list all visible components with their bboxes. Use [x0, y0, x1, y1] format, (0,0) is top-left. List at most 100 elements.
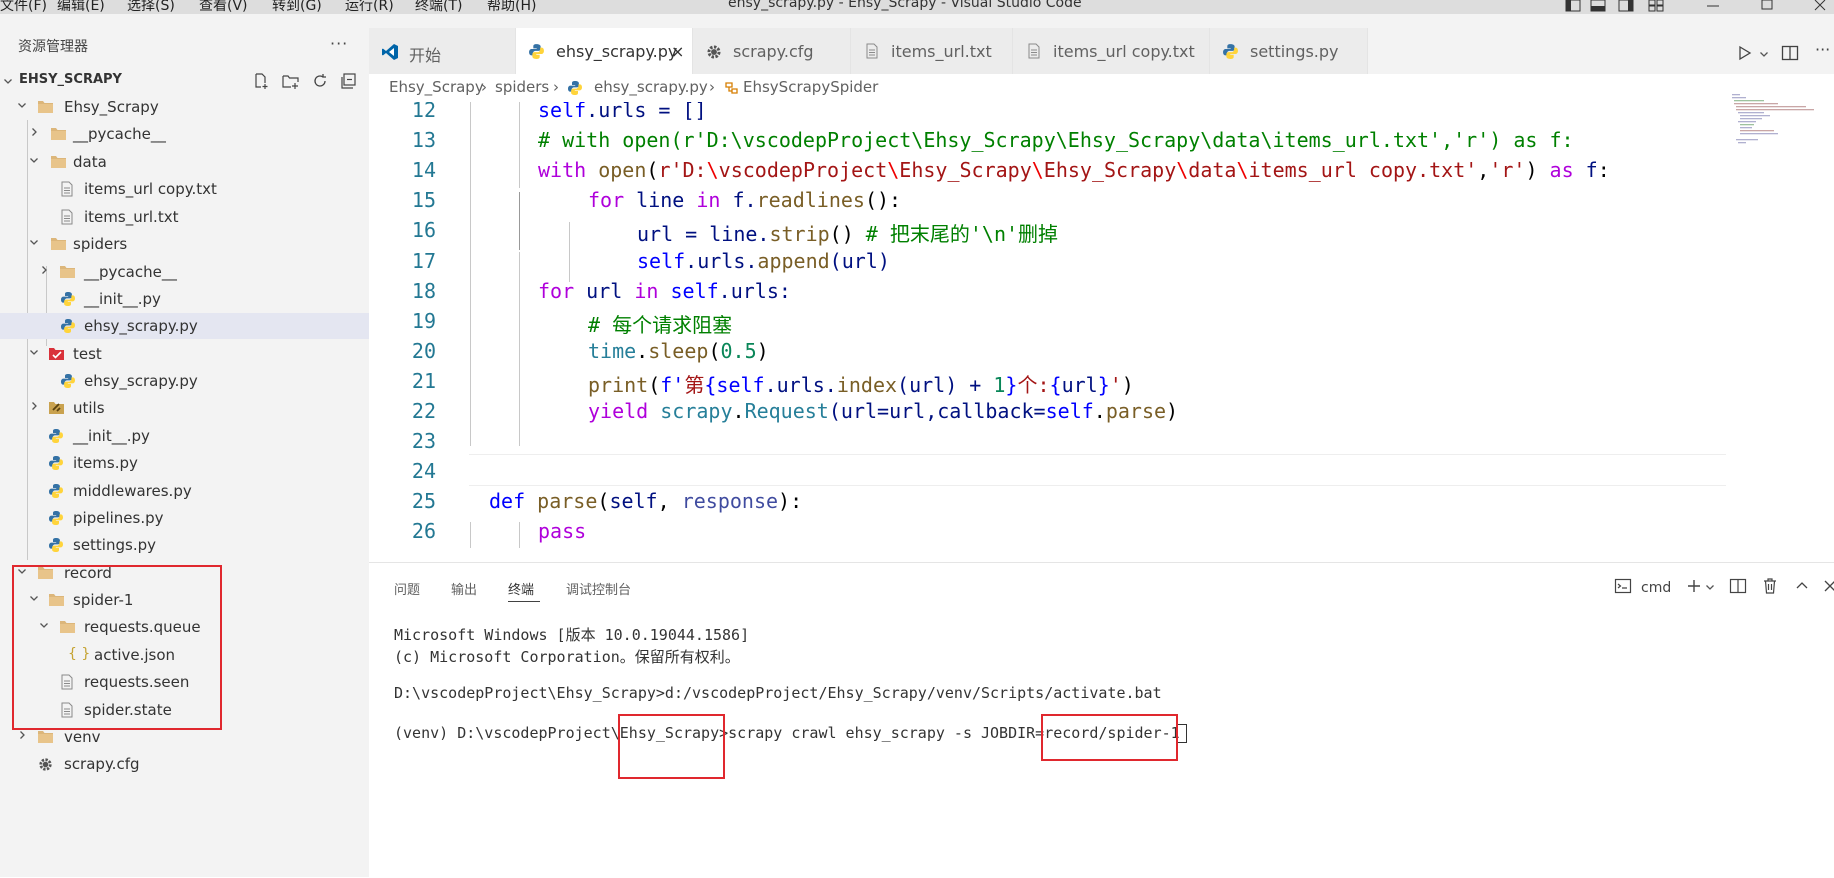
code-line[interactable]: 24	[369, 456, 1729, 486]
tree-folder-test[interactable]: test	[0, 341, 369, 367]
trash-icon[interactable]	[1761, 577, 1779, 595]
panel-tab-output[interactable]: 输出	[451, 579, 477, 598]
python-icon	[48, 455, 64, 471]
close-tab-icon[interactable]: ×	[671, 42, 684, 61]
close-panel-icon[interactable]	[1821, 577, 1834, 595]
chevron-down-icon[interactable]	[1705, 582, 1715, 592]
collapse-all-icon[interactable]	[340, 72, 358, 90]
menu-selection[interactable]: 选择(S)	[127, 0, 175, 14]
new-folder-icon[interactable]	[282, 72, 300, 90]
code-line[interactable]: 20 time.sleep(0.5)	[369, 336, 1729, 366]
breadcrumb-item[interactable]: EhsyScrapySpider	[743, 78, 878, 96]
tree-file-settings[interactable]: settings.py	[0, 532, 369, 558]
python-icon	[48, 428, 64, 444]
code-text: url = line.strip() # 把末尾的'\n'删掉	[637, 222, 1059, 247]
menu-goto[interactable]: 转到(G)	[272, 0, 322, 14]
minimap[interactable]	[1732, 94, 1832, 154]
title-bar: 文件(F) 编辑(E) 选择(S) 查看(V) 转到(G) 运行(R) 终端(T…	[0, 0, 1834, 14]
toggle-panel-icon[interactable]	[1590, 0, 1606, 12]
toggle-secondary-sidebar-icon[interactable]	[1618, 0, 1634, 12]
tree-file-init-root[interactable]: __init__.py	[0, 423, 369, 449]
line-number: 18	[411, 278, 436, 303]
code-line[interactable]: 23	[369, 426, 1729, 456]
more-actions-icon[interactable]: ···	[330, 34, 348, 53]
code-text: with open(r'D:\vscodepProject\Ehsy_Scrap…	[538, 158, 1610, 183]
breadcrumb-item[interactable]: ehsy_scrapy.py	[594, 78, 708, 96]
panel-tab-debug-console[interactable]: 调试控制台	[566, 579, 631, 598]
tree-file-ehsy-scrapy-test[interactable]: ehsy_scrapy.py	[0, 368, 369, 394]
split-editor-icon[interactable]	[1781, 44, 1799, 62]
project-root[interactable]: EHSY_SCRAPY	[0, 68, 369, 94]
chevron-down-icon[interactable]	[1759, 49, 1769, 59]
new-file-icon[interactable]	[252, 72, 270, 90]
tab-welcome[interactable]: 开始	[369, 28, 516, 74]
code-line[interactable]: 22 yield scrapy.Request(url=url,callback=…	[369, 396, 1729, 426]
code-line[interactable]: 13 # with open(r'D:\vscodepProject\Ehsy_S…	[369, 125, 1729, 155]
close-window-icon[interactable]	[1813, 0, 1827, 12]
tree-file-pipelines[interactable]: pipelines.py	[0, 505, 369, 531]
code-line[interactable]: 27	[369, 547, 1729, 549]
tree-file-ehsy-scrapy-selected[interactable]: ehsy_scrapy.py	[0, 313, 369, 339]
tab-scrapy-cfg[interactable]: scrapy.cfg	[693, 28, 851, 74]
tree-folder-utils[interactable]: utils	[0, 395, 369, 421]
terminal-line: D:\vscodepProject\Ehsy_Scrapy>d:/vscodep…	[394, 684, 1162, 702]
panel-tab-problems[interactable]: 问题	[394, 579, 420, 598]
toggle-sidebar-icon[interactable]	[1565, 0, 1581, 12]
active-tab-underline	[508, 601, 540, 602]
menu-help[interactable]: 帮助(H)	[487, 0, 536, 14]
breadcrumb-item[interactable]: Ehsy_Scrapy	[389, 78, 484, 96]
folder-icon	[50, 126, 67, 141]
split-terminal-icon[interactable]	[1729, 577, 1747, 595]
terminal-shell-label[interactable]: cmd	[1641, 580, 1671, 596]
more-actions-icon[interactable]: ···	[1815, 40, 1830, 59]
tab-items-url-copy-txt[interactable]: items_url copy.txt	[1013, 28, 1210, 74]
code-line[interactable]: 21 print(f'第{self.urls.index(url) + 1}个:{…	[369, 366, 1729, 397]
code-line[interactable]: 15 for line in f.readlines():	[369, 185, 1729, 215]
breadcrumb-item[interactable]: spiders	[495, 78, 549, 96]
tree-folder-ehsy-scrapy[interactable]: Ehsy_Scrapy	[0, 94, 369, 120]
panel-tab-terminal[interactable]: 终端	[508, 579, 534, 598]
tree-folder-pycache[interactable]: __pycache__	[0, 259, 369, 285]
chevron-down-icon	[3, 76, 13, 86]
menu-view[interactable]: 查看(V)	[199, 0, 248, 14]
code-text: self.urls = []	[538, 102, 707, 122]
chevron-up-icon[interactable]	[1793, 577, 1811, 595]
tree-folder-spiders[interactable]: spiders	[0, 231, 369, 257]
code-line[interactable]: 14 with open(r'D:\vscodepProject\Ehsy_Scr…	[369, 155, 1729, 185]
tree-file-items-url[interactable]: items_url.txt	[0, 204, 369, 230]
minimize-icon[interactable]	[1706, 0, 1720, 12]
tab-ehsy-scrapy-py[interactable]: ehsy_scrapy.py ×	[516, 28, 693, 74]
line-number: 17	[411, 248, 436, 273]
code-line[interactable]: 18 for url in self.urls:	[369, 276, 1729, 306]
menu-edit[interactable]: 编辑(E)	[57, 0, 105, 14]
tree-file-items-url-copy[interactable]: items_url copy.txt	[0, 176, 369, 202]
folder-open-icon	[37, 99, 54, 114]
menu-file[interactable]: 文件(F)	[0, 0, 47, 14]
tree-file-scrapy-cfg[interactable]: scrapy.cfg	[0, 751, 369, 777]
run-icon[interactable]	[1736, 45, 1752, 61]
explorer-sidebar: 资源管理器 ··· EHSY_SCRAPY Ehsy_Scrapy __pyca…	[0, 14, 369, 877]
code-line[interactable]: 12 self.urls = []	[369, 102, 1729, 125]
tree-file-init[interactable]: __init__.py	[0, 286, 369, 312]
new-terminal-icon[interactable]	[1685, 577, 1703, 595]
menu-run[interactable]: 运行(R)	[345, 0, 394, 14]
python-icon	[48, 510, 64, 526]
terminal-shell-icon	[1614, 578, 1632, 594]
tree-folder-data[interactable]: data	[0, 149, 369, 175]
utils-folder-icon	[49, 402, 64, 414]
tree-folder-pycache[interactable]: __pycache__	[0, 121, 369, 147]
code-line[interactable]: 19 # 每个请求阻塞	[369, 306, 1729, 337]
menu-terminal[interactable]: 终端(T)	[415, 0, 462, 14]
tab-settings-py[interactable]: settings.py	[1210, 28, 1368, 74]
refresh-icon[interactable]	[311, 72, 329, 90]
code-line[interactable]: 25 def parse(self, response):	[369, 486, 1729, 516]
code-line[interactable]: 16 url = line.strip() # 把末尾的'\n'删掉	[369, 215, 1729, 247]
code-line[interactable]: 26 pass	[369, 516, 1729, 546]
tree-file-middlewares[interactable]: middlewares.py	[0, 478, 369, 504]
tree-file-items[interactable]: items.py	[0, 450, 369, 476]
customize-layout-icon[interactable]	[1648, 0, 1664, 12]
tab-items-url-txt[interactable]: items_url.txt	[851, 28, 1013, 74]
code-editor[interactable]: 12 self.urls = [] 13 # with open(r'D:\vscod…	[369, 102, 1834, 548]
restore-icon[interactable]	[1760, 0, 1774, 12]
code-line[interactable]: 17 self.urls.append(url)	[369, 246, 1729, 276]
